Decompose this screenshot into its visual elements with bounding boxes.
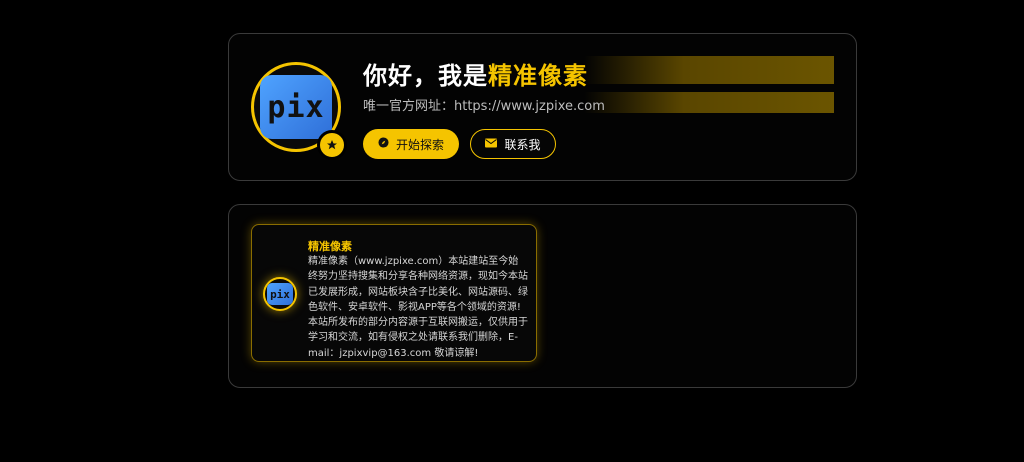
subtitle-decoration-bar xyxy=(584,92,834,113)
compass-icon xyxy=(378,137,389,151)
about-description: 精准像素（www.jzpixe.com）本站建站至今始终努力坚持搜集和分享各种网… xyxy=(308,256,528,359)
title-highlight: 精准像素 xyxy=(488,62,588,90)
explore-button[interactable]: 开始探索 xyxy=(363,129,459,159)
small-avatar: pix xyxy=(263,277,297,311)
logo-text: pix xyxy=(267,89,325,125)
title-prefix: 你好，我是 xyxy=(363,62,488,90)
title-decoration-bar xyxy=(584,56,834,84)
about-title: 精准像素 xyxy=(308,240,352,253)
contact-button-label: 联系我 xyxy=(504,137,541,152)
star-icon xyxy=(317,130,347,160)
official-url-text: 唯一官方网址：https://www.jzpixe.com xyxy=(363,99,605,114)
about-site-panel: pix 精准像素 精准像素（www.jzpixe.com）本站建站至今始终努力坚… xyxy=(251,224,537,362)
explore-button-label: 开始探索 xyxy=(395,137,444,152)
about-section-card: pix 精准像素 精准像素（www.jzpixe.com）本站建站至今始终努力坚… xyxy=(228,204,857,388)
small-logo-text: pix xyxy=(270,287,290,301)
contact-button[interactable]: 联系我 xyxy=(470,129,556,159)
page-title: 你好，我是精准像素 xyxy=(363,56,588,91)
small-site-logo: pix xyxy=(267,283,293,305)
site-logo: pix xyxy=(260,75,332,139)
envelope-icon xyxy=(485,137,498,151)
profile-hero-card: pix 你好，我是精准像素 唯一官方网址：https://www.jzpixe.… xyxy=(228,33,857,181)
